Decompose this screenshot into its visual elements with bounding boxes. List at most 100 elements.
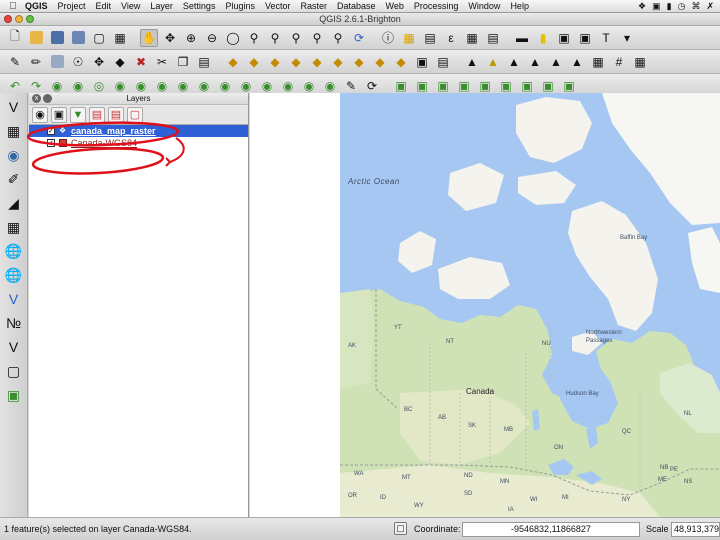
delete-part-icon[interactable]: ◉ [174, 77, 192, 95]
split-features-icon[interactable]: ◉ [237, 77, 255, 95]
move-label-icon[interactable]: ▲ [526, 53, 544, 71]
redo-icon[interactable]: ↷ [27, 77, 45, 95]
zoom-in-icon[interactable]: ⊕ [182, 29, 200, 47]
zoom-native-icon[interactable]: ◯ [224, 29, 242, 47]
new-bookmark-icon[interactable]: ▣ [555, 29, 573, 47]
collapse-all-icon[interactable]: ▤ [108, 106, 124, 123]
select-features-icon[interactable]: ▦ [400, 29, 418, 47]
add-vector-layer-icon[interactable]: V [4, 97, 24, 117]
filter-legend-icon[interactable]: ▼ [70, 106, 86, 123]
cut-features-icon[interactable]: ✂ [153, 53, 171, 71]
pan-map-icon[interactable]: ✋ [140, 28, 158, 47]
layer-visibility-icon[interactable]: ◉ [32, 106, 48, 123]
menu-processing[interactable]: Processing [409, 1, 464, 11]
box-icon[interactable]: ▣ [652, 1, 661, 12]
close-window-button[interactable] [4, 15, 12, 23]
new-shapefile-icon[interactable]: ▣ [392, 77, 410, 95]
undo-icon[interactable]: ↶ [6, 77, 24, 95]
menu-settings[interactable]: Settings [178, 1, 221, 11]
move-feature-icon[interactable]: ✥ [90, 53, 108, 71]
menu-view[interactable]: View [116, 1, 145, 11]
attribute-table-icon[interactable]: ▦ [463, 29, 481, 47]
add-spatialite-icon[interactable]: ◆ [287, 53, 305, 71]
remove-layer-icon[interactable]: ▣ [455, 77, 473, 95]
bluetooth-icon[interactable]: ✗ [706, 1, 714, 12]
zoom-last-icon[interactable]: ⚲ [308, 29, 326, 47]
offset-curve-icon[interactable]: ◉ [216, 77, 234, 95]
battery-icon[interactable]: ▮ [667, 1, 672, 12]
zoom-to-layer-icon[interactable]: ⚲ [287, 29, 305, 47]
add-delimited-text-layer-icon[interactable]: № [4, 313, 24, 333]
add-mssql-icon[interactable]: ◆ [308, 53, 326, 71]
layer-item-canada-map-raster[interactable]: ✓ ❖ canada_map_raster [29, 125, 248, 137]
simplify-feature-icon[interactable]: ◉ [69, 77, 87, 95]
rotate-label-icon[interactable]: ▲ [547, 53, 565, 71]
add-delimited-icon[interactable]: ▤ [434, 53, 452, 71]
add-oracle-icon[interactable]: ◆ [329, 53, 347, 71]
query-layer-icon[interactable]: ▣ [518, 77, 536, 95]
menu-window[interactable]: Window [463, 1, 505, 11]
add-wfs-icon[interactable]: ◆ [392, 53, 410, 71]
menu-database[interactable]: Database [332, 1, 381, 11]
split-parts-icon[interactable]: ◉ [258, 77, 276, 95]
zoom-window-button[interactable] [26, 15, 34, 23]
new-project-icon[interactable]: 🗋 [6, 29, 24, 47]
apple-icon[interactable]:  [6, 1, 20, 12]
composer-manager-icon[interactable]: ▦ [111, 29, 129, 47]
add-wcs-layer-icon[interactable]: 🌐 [4, 265, 24, 285]
menu-layer[interactable]: Layer [145, 1, 178, 11]
add-vector-icon[interactable]: ◆ [224, 53, 242, 71]
add-raster-icon[interactable]: ◆ [245, 53, 263, 71]
label-tool-icon[interactable]: ▲ [463, 53, 481, 71]
menu-raster[interactable]: Raster [296, 1, 333, 11]
new-spatialite-layer-icon[interactable]: ▣ [413, 77, 431, 95]
map-refresh-icon[interactable]: ⟳ [363, 77, 381, 95]
pan-to-selection-icon[interactable]: ✥ [161, 29, 179, 47]
menu-qgis[interactable]: QGIS [20, 1, 53, 11]
layer-visibility-checkbox[interactable]: ✓ [47, 127, 55, 135]
current-edits-icon[interactable]: ✎ [6, 53, 24, 71]
menu-web[interactable]: Web [381, 1, 409, 11]
add-virtual-layer-icon[interactable]: V [4, 337, 24, 357]
merge-features-icon[interactable]: ◉ [279, 77, 297, 95]
remove-layer-icon[interactable]: ▢ [127, 106, 143, 123]
dropbox-icon[interactable]: ❖ [638, 1, 646, 12]
save-project-icon[interactable] [48, 29, 66, 47]
show-hide-labels-icon[interactable]: ▲ [505, 53, 523, 71]
add-oracle-layer-icon[interactable]: ▦ [4, 217, 24, 237]
menu-project[interactable]: Project [53, 1, 91, 11]
virtual-layer-icon[interactable]: ▣ [539, 77, 557, 95]
zoom-out-icon[interactable]: ⊖ [203, 29, 221, 47]
add-wcs-icon[interactable]: ◆ [371, 53, 389, 71]
fill-ring-icon[interactable]: ◉ [132, 77, 150, 95]
open-project-icon[interactable] [27, 29, 45, 47]
clock-icon[interactable]: ◷ [678, 1, 686, 12]
change-label-icon[interactable]: ▲ [568, 53, 586, 71]
measure-line-icon[interactable]: ▬ [513, 29, 531, 47]
paint-brush-icon[interactable]: ✎ [342, 77, 360, 95]
reshape-features-icon[interactable]: ◉ [195, 77, 213, 95]
add-raster-layer-icon[interactable]: ▦ [4, 121, 24, 141]
coordinate-field[interactable]: -9546832,11866827 [462, 522, 640, 537]
add-postgis-icon[interactable]: ◆ [266, 53, 284, 71]
rotate-feature-icon[interactable]: ◉ [48, 77, 66, 95]
text-annotation-icon[interactable]: T [597, 29, 615, 47]
delete-ring-icon[interactable]: ◉ [153, 77, 171, 95]
paste-features-icon[interactable]: ▤ [195, 53, 213, 71]
zoom-full-icon[interactable]: ⚲ [245, 29, 263, 47]
scale-field[interactable]: 48,913,379 [671, 522, 720, 537]
wifi-icon[interactable]: ⌘ [691, 1, 700, 12]
add-wms-icon[interactable]: ◆ [350, 53, 368, 71]
pin-labels-icon[interactable]: ▲ [484, 53, 502, 71]
coordinate-toggle-icon[interactable]: ▢ [394, 522, 407, 535]
grid-icon[interactable]: ▦ [589, 53, 607, 71]
minimize-window-button[interactable] [15, 15, 23, 23]
embed-layer-icon[interactable]: ▣ [560, 77, 578, 95]
copy-features-icon[interactable]: ❐ [174, 53, 192, 71]
add-spatialite-layer-icon[interactable]: ✐ [4, 169, 24, 189]
add-mssql-layer-icon[interactable]: ◢ [4, 193, 24, 213]
layer-item-canada-wgs84[interactable]: ✓ Canada-WGS84 [29, 137, 248, 149]
refresh-icon[interactable]: ⟳ [350, 29, 368, 47]
merge-attributes-icon[interactable]: ◉ [300, 77, 318, 95]
toggle-editing-icon[interactable]: ✏ [27, 53, 45, 71]
